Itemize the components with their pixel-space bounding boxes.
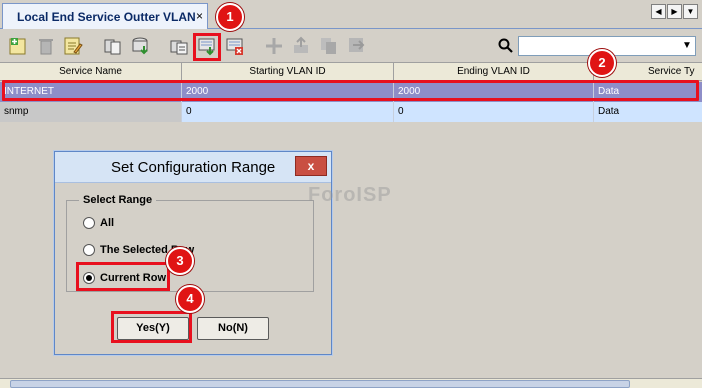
dialog-close-button[interactable]: x xyxy=(295,156,327,176)
tab-label: Local End Service Outter VLAN xyxy=(17,10,196,24)
cell-service-name: snmp xyxy=(0,102,182,122)
watermark-text: ForoISP xyxy=(308,184,392,206)
callout-box-current-row xyxy=(76,262,170,291)
edit-icon[interactable] xyxy=(62,35,84,57)
tab-list-button[interactable]: ▼ xyxy=(683,4,698,19)
database-copy-icon[interactable] xyxy=(102,35,124,57)
dialog-title: Set Configuration Range xyxy=(111,159,276,176)
add-icon[interactable] xyxy=(7,35,29,57)
row-highlight-annotation xyxy=(2,80,699,101)
tab-local-end-service-outter-vlan[interactable]: Local End Service Outter VLAN × xyxy=(2,3,208,29)
scrollbar-thumb[interactable] xyxy=(10,380,630,388)
tab-next-button[interactable]: ▶ xyxy=(667,4,682,19)
column-header-ending-vlan-id[interactable]: Ending VLAN ID xyxy=(394,63,594,81)
cell-starting-vlan-id: 0 xyxy=(182,102,394,122)
tab-close-icon[interactable]: × xyxy=(196,9,203,23)
search-icon xyxy=(498,38,513,53)
callout-box-yes-button xyxy=(111,311,192,343)
horizontal-scrollbar[interactable] xyxy=(0,378,702,388)
upload-icon xyxy=(290,35,312,57)
delete-icon xyxy=(35,35,57,57)
dialog-title-bar: Set Configuration Range x xyxy=(55,152,331,183)
search-dropdown-icon[interactable]: ▼ xyxy=(679,37,695,55)
cell-service-type: Data xyxy=(598,106,620,117)
tab-prev-button[interactable]: ◀ xyxy=(651,4,666,19)
column-header-starting-vlan-id[interactable]: Starting VLAN ID xyxy=(182,63,394,81)
database-view-icon[interactable] xyxy=(168,35,190,57)
set-configuration-range-dialog: Set Configuration Range x Select Range A… xyxy=(54,151,332,355)
watermark-logo: ForoISP xyxy=(308,184,392,207)
radio-label: All xyxy=(100,217,115,229)
callout-badge-4: 4 xyxy=(176,285,204,313)
select-range-legend: Select Range xyxy=(79,194,157,206)
copy-icon xyxy=(318,35,340,57)
callout-badge-2: 2 xyxy=(588,49,616,77)
column-header-service-name[interactable]: Service Name xyxy=(0,63,182,81)
callout-badge-3: 3 xyxy=(166,247,194,275)
table-row[interactable]: snmp 0 0 Data xyxy=(0,102,702,122)
radio-circle-icon[interactable] xyxy=(83,244,95,256)
move-icon xyxy=(263,35,285,57)
cell-ending-vlan-id: 0 xyxy=(394,102,594,122)
no-button[interactable]: No(N) xyxy=(197,317,269,340)
radio-circle-icon[interactable] xyxy=(83,217,95,229)
database-download-icon[interactable] xyxy=(130,35,152,57)
callout-badge-1: 1 xyxy=(216,3,244,31)
tab-bar: Local End Service Outter VLAN × ◀ ▶ ▼ xyxy=(0,0,702,29)
tab-navigation: ◀ ▶ ▼ xyxy=(651,4,698,19)
delete-record-icon[interactable] xyxy=(224,35,246,57)
radio-all[interactable]: All xyxy=(83,215,114,231)
callout-box-toolbar-button xyxy=(193,33,221,61)
export-icon xyxy=(346,35,368,57)
